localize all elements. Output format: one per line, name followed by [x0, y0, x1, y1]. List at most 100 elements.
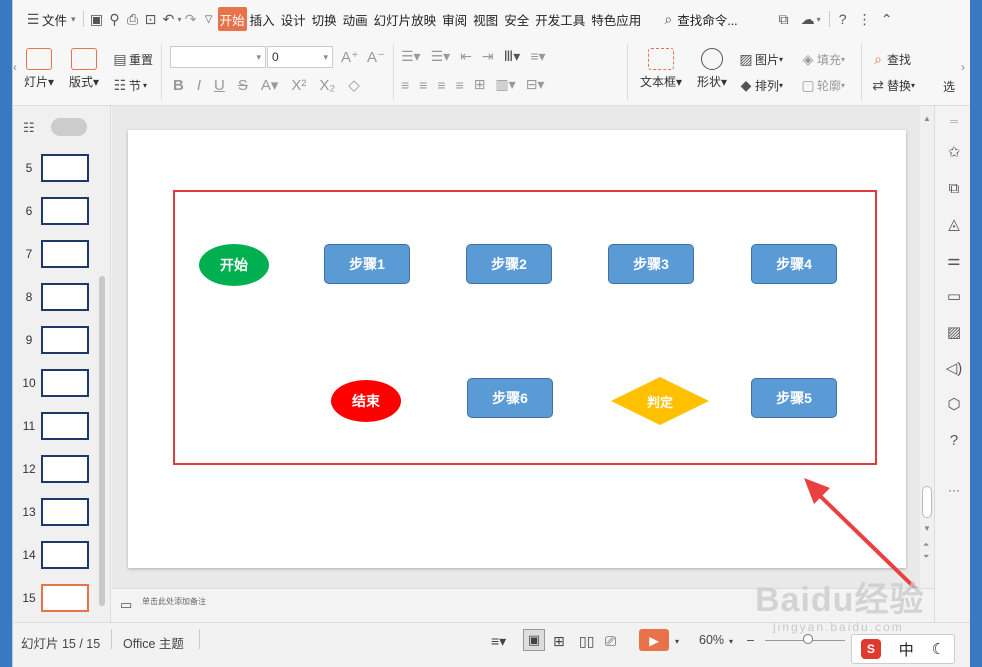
textbox-button[interactable]: 文本框▾: [633, 48, 689, 90]
align-right-icon[interactable]: ≡: [437, 77, 445, 93]
print-icon[interactable]: ⎙: [124, 10, 142, 28]
tab-slideshow[interactable]: 幻灯片放映: [371, 7, 440, 31]
fill-button[interactable]: ◈ 填充 ▾: [799, 50, 845, 68]
indent-icon[interactable]: ⇥: [482, 48, 494, 65]
step4-box[interactable]: 步骤4: [751, 244, 837, 284]
arrange-button[interactable]: ◆ 排列 ▾: [737, 76, 783, 94]
chevron-down-icon[interactable]: ▾: [729, 637, 733, 646]
tab-security[interactable]: 安全: [501, 7, 532, 31]
pane-handle-icon[interactable]: ═: [944, 112, 964, 132]
archive-icon[interactable]: ▭: [944, 286, 964, 306]
ime-toolbar[interactable]: S 中 ☾: [851, 634, 955, 664]
increase-font-icon[interactable]: A⁺: [341, 48, 359, 66]
step6-box[interactable]: 步骤6: [467, 378, 553, 418]
prev-slide-icon[interactable]: ⏶: [923, 540, 929, 550]
outline-button[interactable]: ▢ 轮廓 ▾: [799, 76, 845, 94]
select-button[interactable]: 选: [943, 78, 955, 95]
ribbon-scroll-right-icon[interactable]: ›: [961, 60, 965, 74]
scroll-thumb[interactable]: [922, 486, 932, 518]
print-preview-icon[interactable]: ⊡: [142, 10, 160, 28]
moon-icon[interactable]: ☾: [932, 640, 945, 658]
format-painter-icon[interactable]: ⚲: [106, 10, 124, 28]
outline-view-icon[interactable]: ☷: [23, 120, 35, 136]
share-icon[interactable]: ⧉: [775, 10, 793, 28]
underline-icon[interactable]: U: [214, 77, 225, 94]
tab-insert[interactable]: 插入: [247, 7, 278, 31]
design-icon[interactable]: ◬: [944, 214, 964, 234]
image-icon[interactable]: ▨: [944, 322, 964, 342]
new-slide-button[interactable]: 灯片▾: [17, 48, 61, 90]
slide-thumbnail[interactable]: 12: [13, 452, 111, 486]
sound-icon[interactable]: ◁): [944, 358, 964, 378]
help-circle-icon[interactable]: ?: [944, 430, 964, 450]
slide-thumbnail[interactable]: 15: [13, 581, 111, 615]
chevron-down-icon[interactable]: ▾: [817, 15, 821, 24]
save-icon[interactable]: ▣: [88, 10, 106, 28]
slide-thumbnail[interactable]: 14: [13, 538, 111, 572]
chevron-down-icon[interactable]: ▾: [675, 637, 679, 646]
font-name-select[interactable]: ▾: [170, 46, 266, 68]
italic-icon[interactable]: I: [197, 77, 201, 94]
undo-icon[interactable]: ↶: [160, 10, 178, 28]
strikethrough-icon[interactable]: S: [238, 77, 248, 94]
star-icon[interactable]: ✩: [944, 142, 964, 162]
zoom-level[interactable]: 60%: [699, 633, 724, 647]
slide-thumbnail[interactable]: 11: [13, 409, 111, 443]
superscript-icon[interactable]: X²: [291, 77, 306, 94]
layout-button[interactable]: 版式▾: [59, 48, 109, 90]
font-color-icon[interactable]: A▾: [261, 76, 279, 94]
line-spacing-icon[interactable]: ≡▾: [530, 48, 545, 65]
end-oval[interactable]: 结束: [331, 380, 401, 422]
start-oval[interactable]: 开始: [199, 244, 269, 286]
section-button[interactable]: ☷ 节 ▾: [111, 76, 147, 94]
outdent-icon[interactable]: ⇤: [460, 48, 472, 65]
ime-mode[interactable]: 中: [899, 639, 914, 660]
subscript-icon[interactable]: X₂: [319, 77, 335, 94]
tab-review[interactable]: 审阅: [439, 7, 470, 31]
step2-box[interactable]: 步骤2: [466, 244, 552, 284]
slide-thumbnail[interactable]: 9: [13, 323, 111, 357]
zoom-out-icon[interactable]: –: [747, 633, 754, 647]
step5-box[interactable]: 步骤5: [751, 378, 837, 418]
tab-animation[interactable]: 动画: [340, 7, 371, 31]
find-button[interactable]: ⌕ 查找: [869, 50, 911, 68]
file-menu[interactable]: ☰ 文件 ▾: [21, 7, 79, 31]
zoom-slider-thumb[interactable]: [803, 634, 813, 644]
redo-icon[interactable]: ↷: [182, 10, 200, 28]
reading-view-icon[interactable]: ▯▯: [579, 633, 594, 650]
picture-button[interactable]: ▨ 图片 ▾: [737, 50, 783, 68]
replace-button[interactable]: ⇄ 替换 ▾: [869, 76, 915, 94]
slide-sorter-icon[interactable]: ⊞: [553, 633, 565, 650]
help-icon[interactable]: ?: [834, 10, 852, 28]
slide-thumbnail[interactable]: 10: [13, 366, 111, 400]
bold-icon[interactable]: B: [173, 77, 184, 94]
column-icon[interactable]: ▥▾: [495, 76, 515, 93]
sogou-logo-icon[interactable]: S: [860, 639, 881, 659]
scroll-up-icon[interactable]: ▲: [923, 114, 931, 123]
collapse-ribbon-icon[interactable]: ⌃: [878, 10, 896, 28]
slide-view-toggle[interactable]: [51, 118, 87, 136]
copy-icon[interactable]: ⧉: [944, 178, 964, 198]
font-size-select[interactable]: 0 ▾: [267, 46, 333, 68]
tab-transition[interactable]: 切换: [309, 7, 340, 31]
canvas-vertical-scrollbar[interactable]: ▲ ▼ ⏶ ⏷: [920, 106, 934, 588]
play-slideshow-button[interactable]: ▶: [639, 629, 669, 651]
shield-icon[interactable]: ⬡: [944, 394, 964, 414]
step3-box[interactable]: 步骤3: [608, 244, 694, 284]
align-center-icon[interactable]: ≡: [419, 77, 427, 93]
justify-icon[interactable]: ≡: [456, 77, 464, 93]
scroll-down-icon[interactable]: ▼: [923, 524, 931, 533]
decrease-font-icon[interactable]: A⁻: [367, 48, 385, 66]
slide-thumbnail[interactable]: 6: [13, 194, 111, 228]
align-left-icon[interactable]: ≡: [401, 77, 409, 93]
slide-thumbnail[interactable]: 7: [13, 237, 111, 271]
command-search[interactable]: ⌕ 查找命令...: [656, 7, 740, 31]
eraser-icon[interactable]: ◇: [348, 76, 360, 94]
tab-design[interactable]: 设计: [278, 7, 309, 31]
reset-button[interactable]: ▤ 重置: [111, 50, 153, 68]
next-slide-icon[interactable]: ⏷: [923, 552, 929, 562]
cloud-sync-icon[interactable]: ☁: [799, 10, 817, 28]
normal-view-icon[interactable]: ▣: [523, 629, 545, 651]
adjust-icon[interactable]: ⚌: [944, 250, 964, 270]
slide-15[interactable]: 开始 步骤1 步骤2 步骤3 步骤4 结束 步骤6 判定 步骤5: [128, 130, 906, 568]
